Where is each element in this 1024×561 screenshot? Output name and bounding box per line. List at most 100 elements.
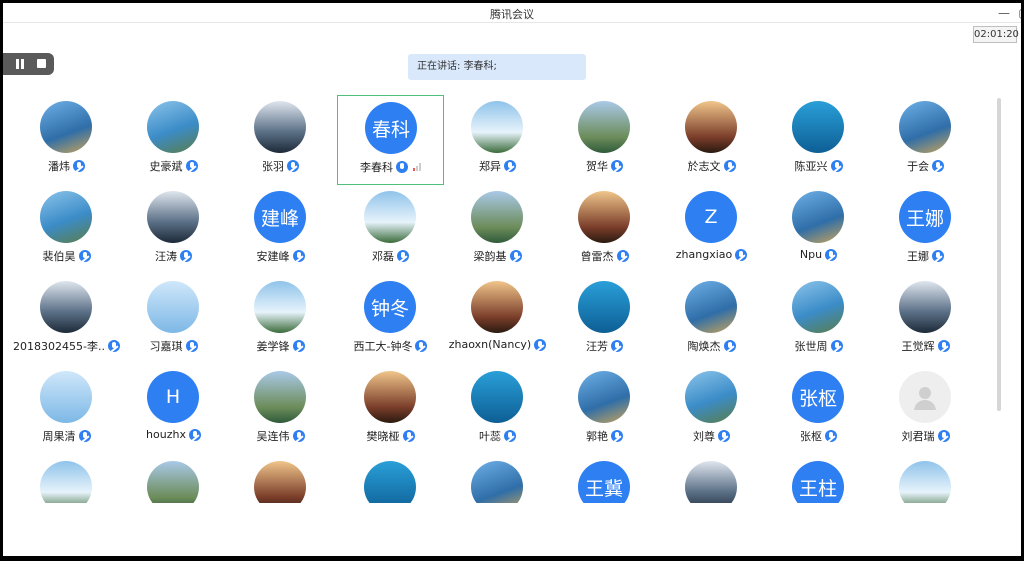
participant-tile[interactable]: 樊晓桠 bbox=[337, 365, 444, 455]
participant-name-row: 安建峰 bbox=[227, 248, 334, 264]
avatar bbox=[40, 101, 92, 153]
participant-tile[interactable] bbox=[227, 455, 334, 503]
microphone-on-icon bbox=[396, 161, 408, 173]
participant-tile[interactable]: 刘尊 bbox=[658, 365, 765, 455]
participant-tile[interactable]: 2018302455-李... bbox=[13, 275, 120, 365]
participant-grid: 潘炜 史豪斌 张羽 春科 李春科郑异 贺华 於志文 陈亚兴 于会裴伯昊 汪涛 建峰 安建峰邓磊 梁韵基 曾… bbox=[3, 95, 993, 503]
participant-name: 梁韵基 bbox=[473, 250, 507, 263]
participant-tile[interactable]: 习嘉琪 bbox=[120, 275, 227, 365]
participant-tile[interactable]: 王柱 bbox=[765, 455, 872, 503]
participant-name: 邓磊 bbox=[372, 250, 394, 263]
participant-tile[interactable]: 於志文 bbox=[658, 95, 765, 185]
participant-tile[interactable]: 郑异 bbox=[444, 95, 551, 185]
participant-tile[interactable]: Hhouzhx bbox=[120, 365, 227, 455]
participant-tile[interactable]: 叶蕊 bbox=[444, 365, 551, 455]
avatar bbox=[254, 461, 306, 503]
participant-tile[interactable]: 汪芳 bbox=[551, 275, 658, 365]
participant-tile[interactable]: 张世周 bbox=[765, 275, 872, 365]
grid-scrollbar[interactable] bbox=[997, 98, 1001, 411]
microphone-muted-icon bbox=[509, 250, 522, 262]
speaking-indicator: 正在讲话: 李春科; bbox=[408, 54, 586, 80]
participant-tile[interactable] bbox=[13, 455, 120, 503]
participant-tile[interactable]: Npu bbox=[765, 185, 872, 275]
participant-name: 姜学锋 bbox=[256, 340, 290, 353]
participant-tile[interactable] bbox=[444, 455, 551, 503]
participant-name: 刘君瑞 bbox=[901, 430, 935, 443]
participant-name-row: 刘尊 bbox=[658, 428, 765, 444]
avatar bbox=[147, 101, 199, 153]
participant-tile[interactable] bbox=[337, 455, 444, 503]
microphone-muted-icon bbox=[723, 340, 736, 352]
microphone-muted-icon bbox=[292, 340, 305, 352]
participant-name-row: 王娜 bbox=[872, 248, 979, 264]
participant-name-row: 2018302455-李... bbox=[13, 338, 120, 354]
participant-name: 曾雷杰 bbox=[580, 250, 614, 263]
participant-tile[interactable]: 陈亚兴 bbox=[765, 95, 872, 185]
participant-name: Npu bbox=[799, 248, 823, 261]
participant-tile[interactable] bbox=[872, 455, 979, 503]
participant-name-row: 李春科 bbox=[338, 159, 443, 175]
avatar bbox=[792, 101, 844, 153]
participant-name: 王觉辉 bbox=[901, 340, 935, 353]
participant-tile[interactable]: 王冀 bbox=[551, 455, 658, 503]
participant-tile[interactable]: 建峰 安建峰 bbox=[227, 185, 334, 275]
minimize-icon[interactable]: — bbox=[993, 4, 1015, 22]
microphone-muted-icon bbox=[402, 430, 415, 442]
microphone-muted-icon bbox=[292, 430, 305, 442]
participant-name-row: 郑异 bbox=[444, 158, 551, 174]
microphone-muted-icon bbox=[185, 160, 198, 172]
participant-tile[interactable]: 张羽 bbox=[227, 95, 334, 185]
participant-tile[interactable]: 张枢 张枢 bbox=[765, 365, 872, 455]
participant-name-row: 裴伯昊 bbox=[13, 248, 120, 264]
participant-name-row: 於志文 bbox=[658, 158, 765, 174]
avatar bbox=[899, 461, 951, 503]
avatar bbox=[364, 371, 416, 423]
participant-tile[interactable]: 陶焕杰 bbox=[658, 275, 765, 365]
participant-tile[interactable]: 于会 bbox=[872, 95, 979, 185]
participant-name: zhaoxn(Nancy) bbox=[448, 338, 532, 351]
participant-name-row: 习嘉琪 bbox=[120, 338, 227, 354]
participant-tile[interactable]: 吴连伟 bbox=[227, 365, 334, 455]
participant-tile[interactable] bbox=[658, 455, 765, 503]
participant-tile[interactable]: 潘炜 bbox=[13, 95, 120, 185]
participant-name: 吴连伟 bbox=[256, 430, 290, 443]
participant-tile[interactable] bbox=[120, 455, 227, 503]
participant-tile[interactable]: 汪涛 bbox=[120, 185, 227, 275]
volume-level-icon bbox=[413, 163, 421, 171]
microphone-muted-icon bbox=[825, 248, 838, 261]
participant-tile[interactable]: 裴伯昊 bbox=[13, 185, 120, 275]
microphone-muted-icon bbox=[78, 430, 91, 442]
participant-tile[interactable]: 贺华 bbox=[551, 95, 658, 185]
participant-tile[interactable]: zhaoxn(Nancy) bbox=[444, 275, 551, 365]
participant-tile[interactable]: 姜学锋 bbox=[227, 275, 334, 365]
participant-tile[interactable]: 王娜 王娜 bbox=[872, 185, 979, 275]
participant-name: 刘尊 bbox=[693, 430, 715, 443]
microphone-muted-icon bbox=[292, 250, 305, 262]
participant-name: 周果清 bbox=[42, 430, 76, 443]
participant-tile[interactable]: 王觉辉 bbox=[872, 275, 979, 365]
participant-tile[interactable]: 钟冬 西工大-钟冬 bbox=[337, 275, 444, 365]
participant-tile[interactable]: 春科 李春科 bbox=[337, 95, 444, 185]
participant-name: 郑异 bbox=[479, 160, 501, 173]
participant-name-row: 吴连伟 bbox=[227, 428, 334, 444]
participant-name-row: 陈亚兴 bbox=[765, 158, 872, 174]
microphone-muted-icon bbox=[611, 340, 623, 352]
recording-controls bbox=[3, 53, 54, 75]
participant-tile[interactable]: 曾雷杰 bbox=[551, 185, 658, 275]
participant-tile[interactable]: Zzhangxiao bbox=[658, 185, 765, 275]
participant-tile[interactable]: 郭艳 bbox=[551, 365, 658, 455]
avatar bbox=[899, 281, 951, 333]
participant-tile[interactable]: 周果清 bbox=[13, 365, 120, 455]
maximize-icon[interactable]: ▢ bbox=[1013, 4, 1021, 22]
participant-tile[interactable]: 史豪斌 bbox=[120, 95, 227, 185]
participant-name: 于会 bbox=[907, 160, 929, 173]
participant-name-row: 郭艳 bbox=[551, 428, 658, 444]
participant-tile[interactable]: 梁韵基 bbox=[444, 185, 551, 275]
avatar bbox=[578, 281, 630, 333]
pause-icon[interactable] bbox=[16, 59, 25, 69]
participant-tile[interactable]: 刘君瑞 bbox=[872, 365, 979, 455]
participant-name: 安建峰 bbox=[256, 250, 290, 263]
participant-name-row: 樊晓桠 bbox=[337, 428, 444, 444]
participant-tile[interactable]: 邓磊 bbox=[337, 185, 444, 275]
stop-icon[interactable] bbox=[37, 59, 46, 68]
